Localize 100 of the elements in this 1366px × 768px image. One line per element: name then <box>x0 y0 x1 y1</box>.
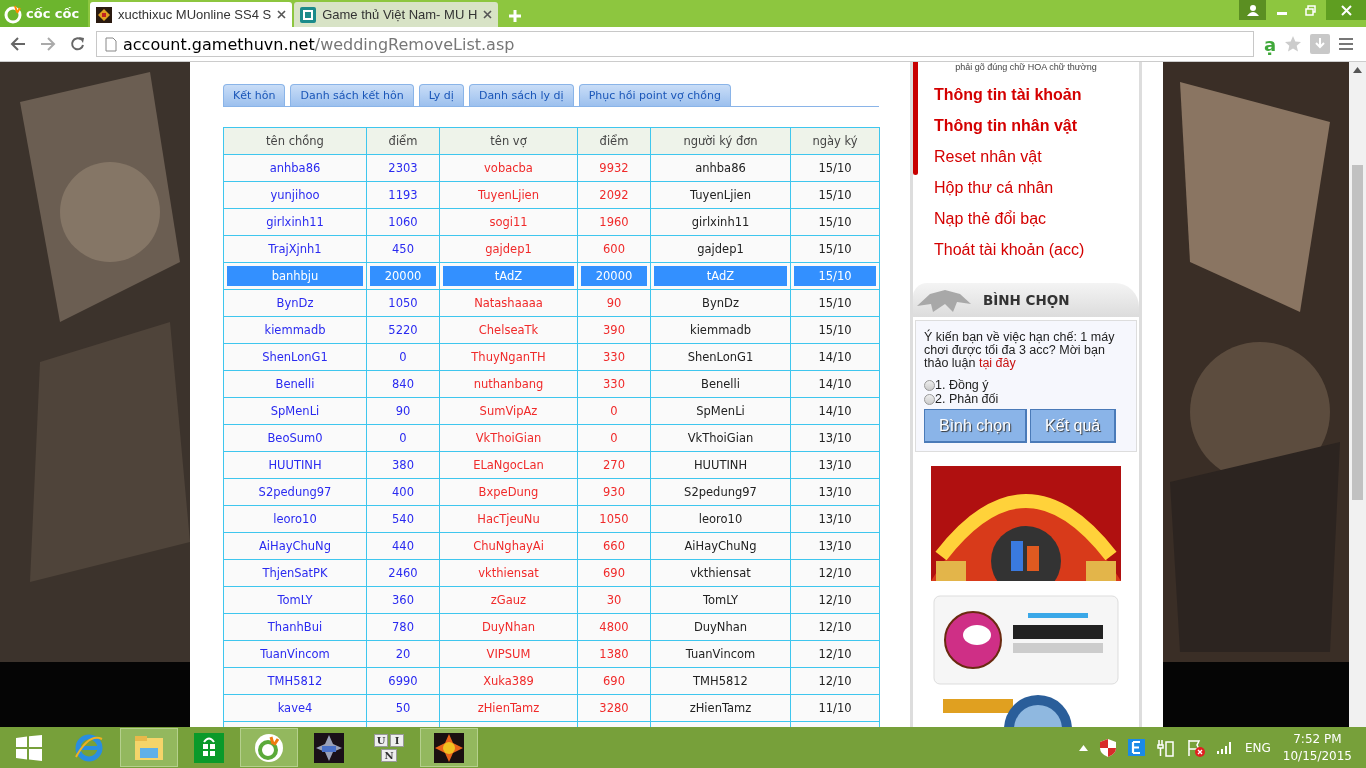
table-row[interactable]: kiemmadb 5220 ChelseaTk 390 kiemmadb 15/10 <box>223 316 880 344</box>
table-cell: TuyenLjien <box>650 181 791 209</box>
menu-icon[interactable] <box>1338 37 1355 51</box>
table-cell: 90 <box>577 289 651 317</box>
table-row[interactable]: TMH5812 6990 Xuka389 690 TMH5812 12/10 <box>223 667 880 695</box>
folder-icon[interactable] <box>134 733 164 762</box>
table-row[interactable]: ThjenSatPK 2460 vkthiensat 690 vkthiensat 12/10 <box>223 559 880 587</box>
table-cell: ThjenSatPK <box>223 559 367 587</box>
scrollbar[interactable] <box>1349 62 1366 727</box>
table-cell: 15/10 <box>790 289 880 317</box>
new-tab-icon[interactable] <box>508 9 523 23</box>
table-row[interactable]: yunjihoo 1193 TuyenLjien 2092 TuyenLjien 15/10 <box>223 181 880 209</box>
table-cell: 15/10 <box>790 262 880 290</box>
table-row[interactable]: S2pedung97 400 BxpeDung 930 S2pedung97 13/10 <box>223 478 880 506</box>
coccoc-icon[interactable] <box>254 732 284 763</box>
table-row[interactable]: anhba86 2303 vobacba 9932 anhba86 15/10 <box>223 154 880 182</box>
store-icon[interactable] <box>194 732 224 763</box>
radio-button[interactable] <box>924 379 935 391</box>
scroll-up-icon[interactable] <box>1353 67 1362 73</box>
download-icon[interactable] <box>1310 34 1331 54</box>
table-cell: SpMenLi <box>223 397 367 425</box>
table-row[interactable]: SpMenLi 90 SumVipAz 0 SpMenLi 14/10 <box>223 397 880 425</box>
column-header: tên chồng <box>223 127 367 155</box>
table-cell: 690 <box>577 667 651 695</box>
menu-link[interactable]: Hộp thư cá nhân <box>934 176 1139 199</box>
reload-icon[interactable] <box>70 36 86 52</box>
table-cell: 20000 <box>366 262 440 290</box>
table-cell: 11/10 <box>790 694 880 722</box>
table-cell: 400 <box>366 478 440 506</box>
table-cell: Natashaaaa <box>439 289 578 317</box>
back-icon[interactable] <box>10 36 26 52</box>
table-row[interactable]: girlxinh11 1060 sogi11 1960 girlxinh11 15/10 <box>223 208 880 236</box>
e-app-icon[interactable] <box>1127 739 1145 756</box>
game-icon[interactable] <box>434 732 464 763</box>
table-row[interactable]: BynDz 1050 Natashaaaa 90 BynDz 15/10 <box>223 289 880 317</box>
table-cell: tAdZ <box>650 262 791 290</box>
table-cell: 13/10 <box>790 424 880 452</box>
table-row[interactable]: TomLY 360 zGauz 30 TomLY 12/10 <box>223 586 880 614</box>
table-cell: 14/10 <box>790 397 880 425</box>
table-cell: BynDz <box>650 289 791 317</box>
nav-tab[interactable]: Danh sách ly dị <box>468 84 574 106</box>
table-cell: 1380 <box>577 640 651 668</box>
nav-tab[interactable]: Danh sách kết hôn <box>290 84 414 106</box>
table-cell: sogi11 <box>439 208 578 236</box>
table-cell: HacTjeuNu <box>439 505 578 533</box>
menu-link[interactable]: Reset nhân vật <box>934 145 1139 168</box>
nav-tab[interactable]: Kết hôn <box>223 84 286 106</box>
flag-icon[interactable] <box>1186 738 1205 757</box>
table-cell: BeoSum0 <box>223 424 367 452</box>
table-cell: 50 <box>366 694 440 722</box>
game-icon[interactable] <box>314 732 344 763</box>
table-cell: kiemmadb <box>223 316 367 344</box>
table-cell: kiemmadb <box>650 316 791 344</box>
table-cell: ThanhBui <box>223 613 367 641</box>
close-icon[interactable] <box>483 10 493 19</box>
nav-tab[interactable]: Phục hồi point vợ chồng <box>578 84 732 106</box>
table-cell: 2460 <box>366 559 440 587</box>
table-row[interactable]: Benelli 840 nuthanbang 330 Benelli 14/10 <box>223 370 880 398</box>
close-icon[interactable] <box>277 10 287 19</box>
shield-icon[interactable] <box>1099 738 1116 757</box>
browser-e-icon[interactable] <box>74 732 104 763</box>
table-row[interactable]: HUUTINH 380 ELaNgocLan 270 HUUTINH 13/10 <box>223 451 880 479</box>
table-row[interactable]: TuanVincom 20 VIPSUM 1380 TuanVincom 12/10 <box>223 640 880 668</box>
table-row[interactable]: TrajXjnh1 450 gajdep1 600 gajdep1 15/10 <box>223 235 880 263</box>
table-cell: DuyNhan <box>439 613 578 641</box>
link[interactable]: tại đây <box>978 356 1016 370</box>
table-cell: 1060 <box>366 208 440 236</box>
forward-icon[interactable] <box>40 36 56 52</box>
table-row[interactable]: ThanhBui 780 DuyNhan 4800 DuyNhan 12/10 <box>223 613 880 641</box>
address-field[interactable]: account.gamethuvn.net/weddingRemoveList.asp <box>96 31 1254 57</box>
scrollbar-thumb[interactable] <box>1352 165 1363 500</box>
menu-link[interactable]: Thông tin nhân vật <box>934 114 1139 137</box>
star-icon[interactable] <box>1284 35 1303 53</box>
table-cell: tAdZ <box>439 262 578 290</box>
menu-link[interactable]: Nạp thẻ đổi bạc <box>934 207 1139 230</box>
battery-icon[interactable] <box>1156 738 1175 757</box>
browser-tab[interactable]: Game thủ Việt Nam- MU H <box>294 2 499 27</box>
signal-icon[interactable] <box>1216 741 1233 754</box>
show-hidden-icon[interactable] <box>1078 744 1088 751</box>
table-row[interactable]: leoro10 540 HacTjeuNu 1050 leoro10 13/10 <box>223 505 880 533</box>
menu-link[interactable]: Thông tin tài khoản <box>934 83 1139 106</box>
close-icon[interactable] <box>1326 0 1366 20</box>
table-row[interactable]: AiHayChuNg 440 ChuNghayAi 660 AiHayChuNg 13/10 <box>223 532 880 560</box>
table-row[interactable]: kave4 50 zHienTamz 3280 zHienTamz 11/10 <box>223 694 880 722</box>
hint-text: phải gõ đúng chữ HOA chữ thường <box>954 62 1098 73</box>
table-row[interactable]: ShenLonG1 0 ThuyNganTH 330 ShenLonG1 14/10 <box>223 343 880 371</box>
radio-button[interactable] <box>924 393 935 405</box>
menu-link[interactable]: Thoát tài khoản (acc) <box>934 238 1139 261</box>
poll-question: Ý kiến bạn về việc hạn chế: 1 máy chơi được tối đa 3 acc? Mời bạn thảo luận tại đây <box>924 331 1116 370</box>
table-cell: 330 <box>577 370 651 398</box>
table-cell: 840 <box>366 370 440 398</box>
browser-tab[interactable]: xucthixuc MUonline SS4 S <box>90 2 293 27</box>
table-cell: Benelli <box>223 370 367 398</box>
user-icon[interactable] <box>1239 0 1266 20</box>
nav-tab[interactable]: Ly dị <box>418 84 464 106</box>
table-cell: TomLY <box>650 586 791 614</box>
table-cell: 12/10 <box>790 559 880 587</box>
table-row[interactable]: BeoSum0 0 VkThoiGian 0 VkThoiGian 13/10 <box>223 424 880 452</box>
windows-logo-icon[interactable] <box>16 734 42 761</box>
table-cell: 0 <box>366 424 440 452</box>
